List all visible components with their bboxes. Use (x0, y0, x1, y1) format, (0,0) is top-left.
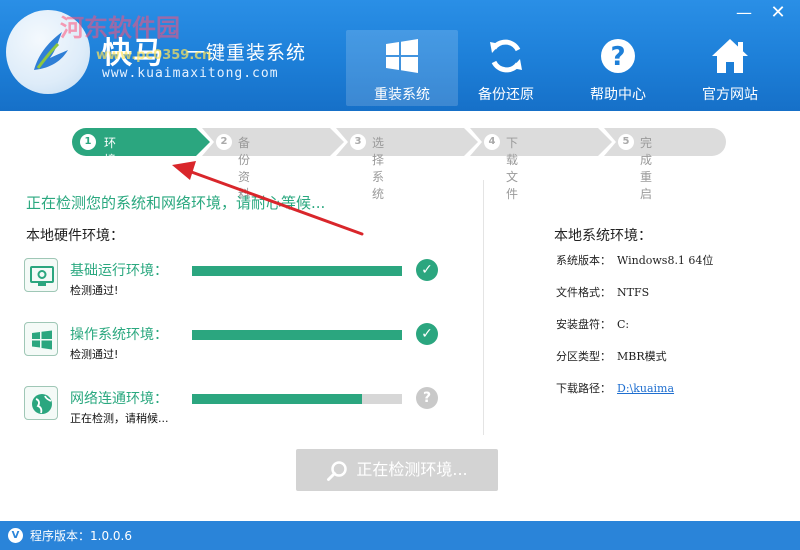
sys-row-partition: 分区类型： MBR模式 (556, 348, 667, 364)
sys-row-drive: 安装盘符： C: (556, 316, 629, 332)
sys-label: 安装盘符： (556, 318, 611, 331)
search-icon (327, 460, 348, 481)
step-number: 4 (484, 134, 500, 150)
nav-label: 重装系统 (374, 87, 430, 103)
download-path-link[interactable]: D:\kuaima (617, 382, 674, 395)
check-result: 检测通过! (70, 284, 119, 297)
check-title: 网络连通环境： (70, 391, 168, 407)
home-icon (712, 39, 748, 73)
nav-help[interactable]: ? 帮助中心 (562, 30, 674, 106)
progress-fill (192, 330, 402, 340)
step-number: 5 (618, 134, 634, 150)
sys-row-filesystem: 文件格式： NTFS (556, 284, 649, 300)
minimize-button[interactable]: — (730, 2, 758, 24)
nav-reinstall[interactable]: 重装系统 (346, 30, 458, 106)
detecting-button-label: 正在检测环境... (356, 460, 468, 479)
svg-text:?: ? (610, 42, 625, 72)
refresh-icon (490, 39, 522, 73)
progress-fill (192, 266, 402, 276)
detect-status-text: 正在检测您的系统和网络环境，请耐心等候... (26, 194, 326, 212)
version-badge-icon: V (8, 528, 23, 543)
check-ok-icon: ✓ (416, 323, 438, 345)
progress-bar (192, 394, 402, 404)
progress-fill (192, 394, 363, 404)
sys-value: C: (617, 318, 630, 331)
sys-value: NTFS (617, 286, 650, 299)
windows-icon (386, 39, 418, 73)
hardware-env-title: 本地硬件环境： (26, 228, 124, 244)
check-network: 网络连通环境： 正在检测，请稍候... ? (24, 386, 454, 432)
step-number: 2 (216, 134, 232, 150)
sys-label: 分区类型： (556, 350, 611, 363)
close-button[interactable]: ✕ (764, 2, 792, 24)
vertical-divider (483, 180, 484, 435)
step-number: 1 (80, 134, 96, 150)
brand-url: www.kuaimaxitong.com (102, 66, 279, 81)
title-bar: 河东软件园 快马 一键重装系统 www.pc0359.cn www.kuaima… (0, 0, 800, 111)
sys-row-download-path: 下载路径： D:\kuaima (556, 380, 674, 396)
system-env-title: 本地系统环境： (554, 228, 652, 244)
question-icon: ? (601, 39, 635, 73)
step-label: 选择系统 (372, 136, 385, 201)
sys-label: 系统版本： (556, 254, 611, 267)
sys-label: 下载路径： (556, 382, 611, 395)
step-label: 完成重启 (640, 136, 653, 201)
sys-label: 文件格式： (556, 286, 611, 299)
check-ok-icon: ✓ (416, 259, 438, 281)
nav-label: 备份还原 (478, 87, 534, 103)
watermark-url: www.pc0359.cn (96, 48, 212, 63)
windows-icon (24, 322, 58, 356)
monitor-gear-icon (24, 258, 58, 292)
step-label: 下载文件 (506, 136, 519, 201)
check-title: 操作系统环境： (70, 327, 168, 343)
nav-label: 帮助中心 (590, 87, 646, 103)
check-title: 基础运行环境： (70, 263, 168, 279)
sys-row-version: 系统版本： Windows8.1 64位 (556, 252, 713, 268)
check-basic-runtime: 基础运行环境： 检测通过! ✓ (24, 258, 454, 304)
progress-bar (192, 266, 402, 276)
nav-official-site[interactable]: 官方网站 (674, 30, 786, 106)
version-text: 程序版本：1.0.0.6 (30, 529, 132, 543)
check-result: 检测通过! (70, 348, 119, 361)
pending-question-icon: ? (416, 387, 438, 409)
nav-backup-restore[interactable]: 备份还原 (450, 30, 562, 106)
sys-value: Windows8.1 64位 (617, 254, 714, 267)
progress-bar (192, 330, 402, 340)
status-bar: V 程序版本：1.0.0.6 (0, 521, 800, 550)
nav-label: 官方网站 (702, 87, 758, 103)
detecting-button[interactable]: 正在检测环境... (296, 449, 498, 491)
check-os-env: 操作系统环境： 检测通过! ✓ (24, 322, 454, 368)
sys-value: MBR模式 (617, 350, 667, 363)
step-number: 3 (350, 134, 366, 150)
globe-icon (24, 386, 58, 420)
check-result: 正在检测，请稍候... (70, 412, 169, 425)
